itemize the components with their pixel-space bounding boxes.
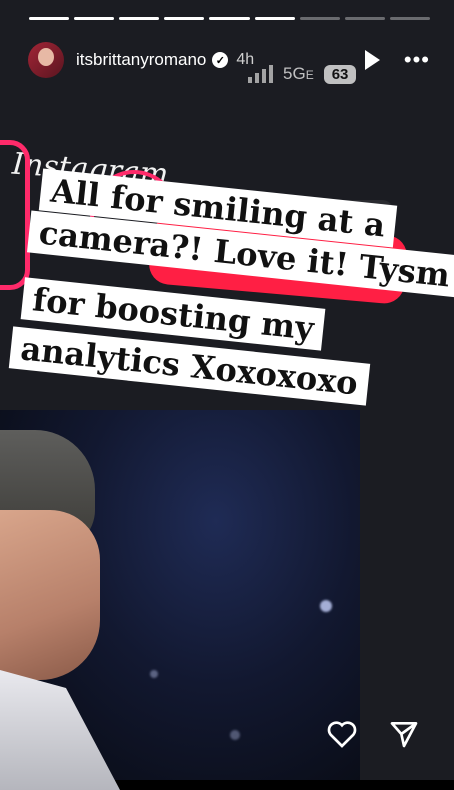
avatar[interactable] (28, 42, 64, 78)
story-progress-bar (29, 17, 430, 20)
more-options-icon[interactable]: ••• (404, 49, 430, 71)
progress-segment (299, 17, 340, 20)
username[interactable]: itsbrittanyromano (76, 50, 206, 70)
progress-segment (74, 17, 115, 20)
progress-segment (119, 17, 160, 20)
caption-sticker: All for smiling at a camera?! Love it! T… (8, 168, 454, 445)
progress-segment (164, 17, 205, 20)
story-actions (326, 718, 420, 750)
progress-segment (389, 17, 430, 20)
send-icon[interactable] (388, 718, 420, 750)
post-time: 4h (236, 51, 255, 68)
verified-badge-icon: ✓ (212, 52, 229, 68)
progress-segment (344, 17, 385, 20)
person-photo (0, 420, 120, 790)
play-icon[interactable] (364, 50, 380, 70)
progress-segment (209, 17, 250, 20)
like-heart-icon[interactable] (326, 718, 358, 750)
progress-segment (254, 17, 295, 20)
story-header: itsbrittanyromano ✓ 4h ••• (28, 40, 430, 80)
progress-segment (29, 17, 70, 20)
